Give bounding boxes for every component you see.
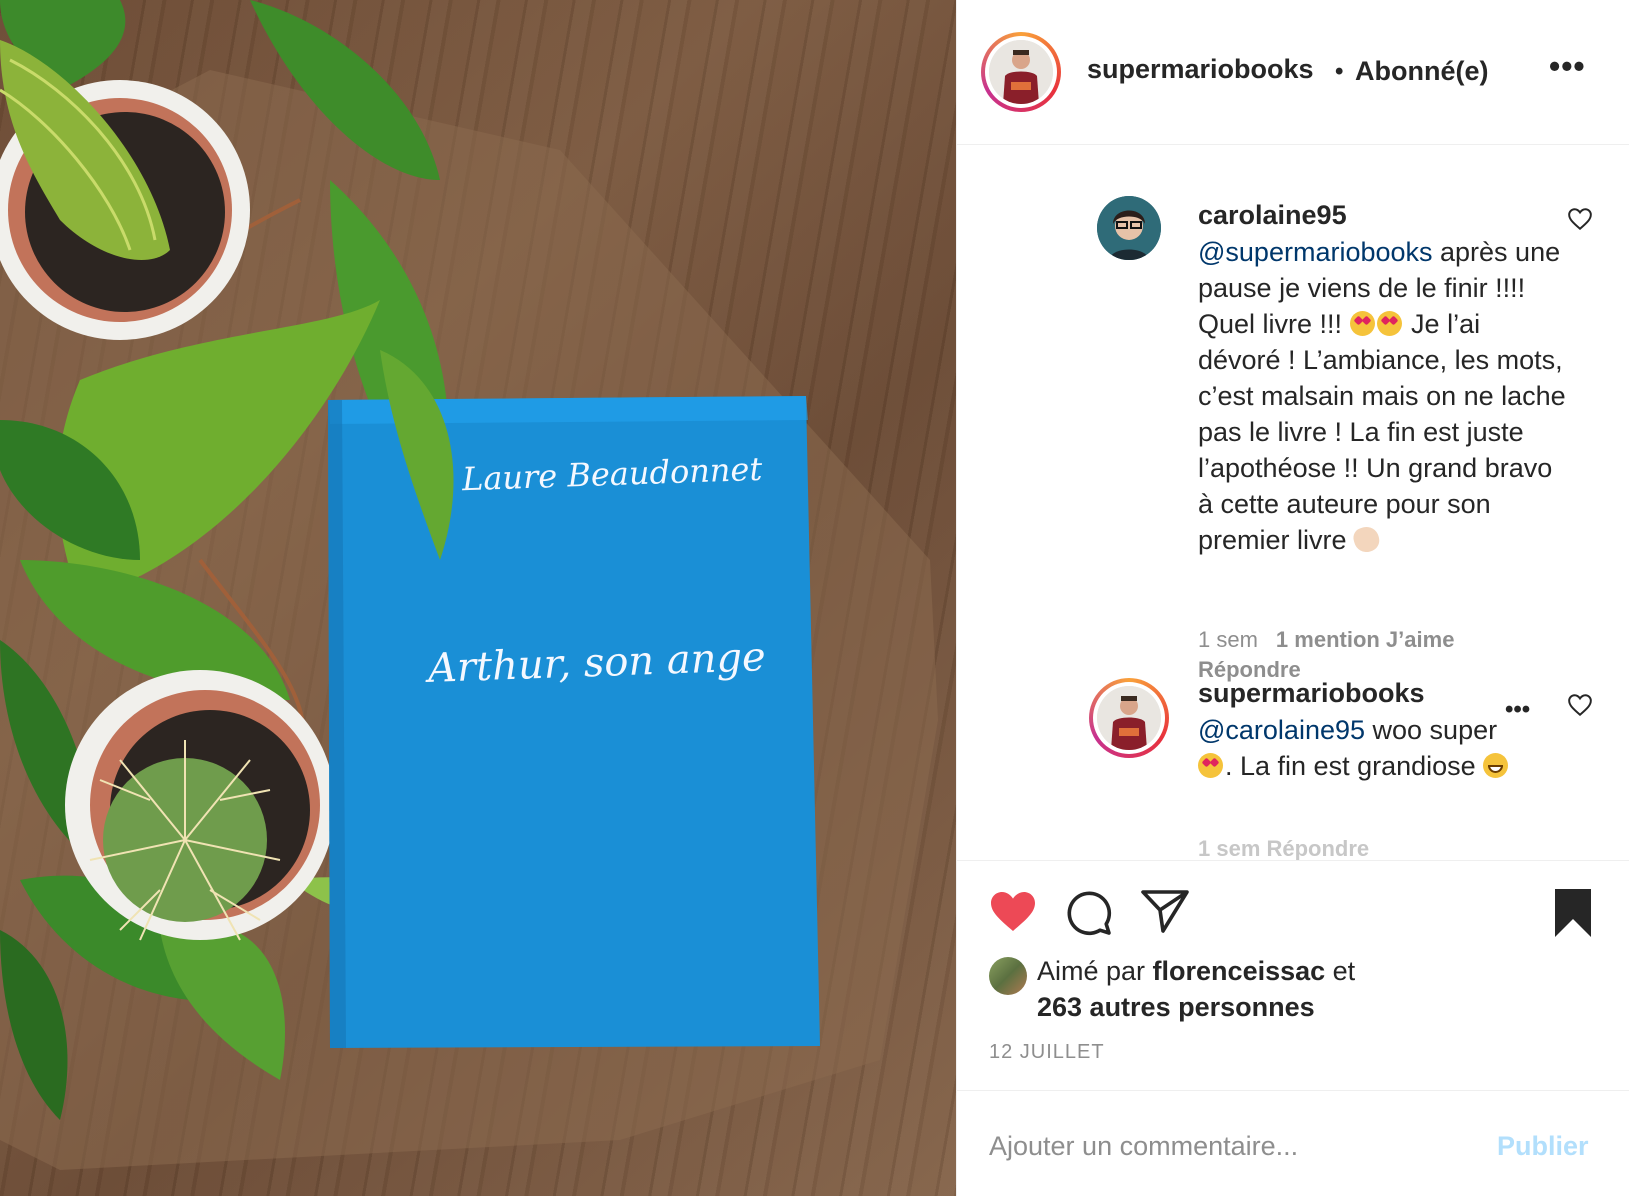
share-paper-plane-icon[interactable] (1141, 889, 1189, 933)
author-avatar[interactable] (981, 32, 1061, 112)
commenter-avatar[interactable] (1089, 678, 1169, 758)
comment-text-part: . La fin est grandiose (1225, 751, 1484, 781)
likes-others-link[interactable]: 263 autres personnes (1037, 992, 1315, 1022)
person-avatar-icon (989, 40, 1053, 104)
clapping-hands-emoji-icon (1351, 524, 1382, 555)
post-date[interactable]: 12 JUILLET (989, 1041, 1105, 1064)
comment-meta: 1 sem 1 mention J’aime Répondre (1198, 625, 1578, 685)
comment-text-part: woo super (1365, 715, 1498, 745)
liker-username[interactable]: florenceissac (1153, 956, 1326, 986)
liker-avatar[interactable] (989, 957, 1027, 995)
person-avatar-icon (1097, 196, 1161, 260)
cut-off-text: ˙ ˙ ˙ (1257, 144, 1288, 153)
comment-text: @carolaine95 woo super . La fin est gran… (1198, 712, 1528, 784)
person-avatar-icon (1097, 686, 1161, 750)
comment-like-heart-icon[interactable] (1567, 692, 1593, 718)
likes-prefix: Aimé par (1037, 956, 1153, 986)
post-actions: Aimé par florenceissac et 263 autres per… (957, 860, 1629, 1091)
like-heart-icon[interactable] (989, 889, 1037, 933)
follow-status-button[interactable]: Abonné(e) (1355, 56, 1488, 87)
bookmark-filled-icon[interactable] (1551, 889, 1595, 937)
post-photo[interactable]: Laure Beaudonnet Arthur, son ange (0, 0, 956, 1196)
comment-text: @supermariobooks après une pause je vien… (1198, 234, 1566, 558)
header-separator: • (1335, 58, 1344, 85)
comment-bubble-icon[interactable] (1065, 889, 1113, 937)
post-sidebar: supermariobooks • Abonné(e) ••• ˙ ˙ ˙ ca… (956, 0, 1629, 1196)
heart-eyes-emoji-icon (1349, 311, 1375, 336)
comment-text-part: Je l’ai dévoré ! L’ambiance, les mots, c… (1198, 309, 1566, 555)
comment-username[interactable]: supermariobooks (1198, 678, 1425, 709)
comment-like-heart-icon[interactable] (1567, 206, 1593, 232)
post-header: supermariobooks • Abonné(e) ••• (957, 0, 1629, 145)
photo-scene (0, 0, 938, 1170)
publish-button[interactable]: Publier (1497, 1131, 1589, 1162)
comment-options-button[interactable]: ••• (1505, 696, 1530, 724)
heart-eyes-emoji-icon (1376, 311, 1402, 336)
comments-list[interactable]: ˙ ˙ ˙ carolaine95 @supermariobooks après… (957, 144, 1629, 860)
comment-meta: 1 sem Répondre (1198, 836, 1370, 860)
comment-username[interactable]: carolaine95 (1198, 200, 1347, 231)
author-username[interactable]: supermariobooks (1087, 54, 1314, 85)
add-comment-bar: Ajouter un commentaire... Publier (957, 1090, 1629, 1197)
heart-eyes-emoji-icon (1198, 753, 1223, 778)
comment-input[interactable]: Ajouter un commentaire... (989, 1131, 1298, 1162)
commenter-avatar[interactable] (1097, 196, 1161, 260)
comment-mention-link[interactable]: @supermariobooks (1198, 237, 1433, 267)
more-options-button[interactable]: ••• (1549, 50, 1586, 82)
grinning-face-emoji-icon (1483, 753, 1509, 778)
comment-time: 1 sem (1198, 627, 1258, 652)
comment-mention-link[interactable]: @carolaine95 (1198, 715, 1365, 745)
comment-likes-count[interactable]: 1 mention J’aime (1276, 627, 1455, 652)
likes-middle: et (1325, 956, 1356, 986)
